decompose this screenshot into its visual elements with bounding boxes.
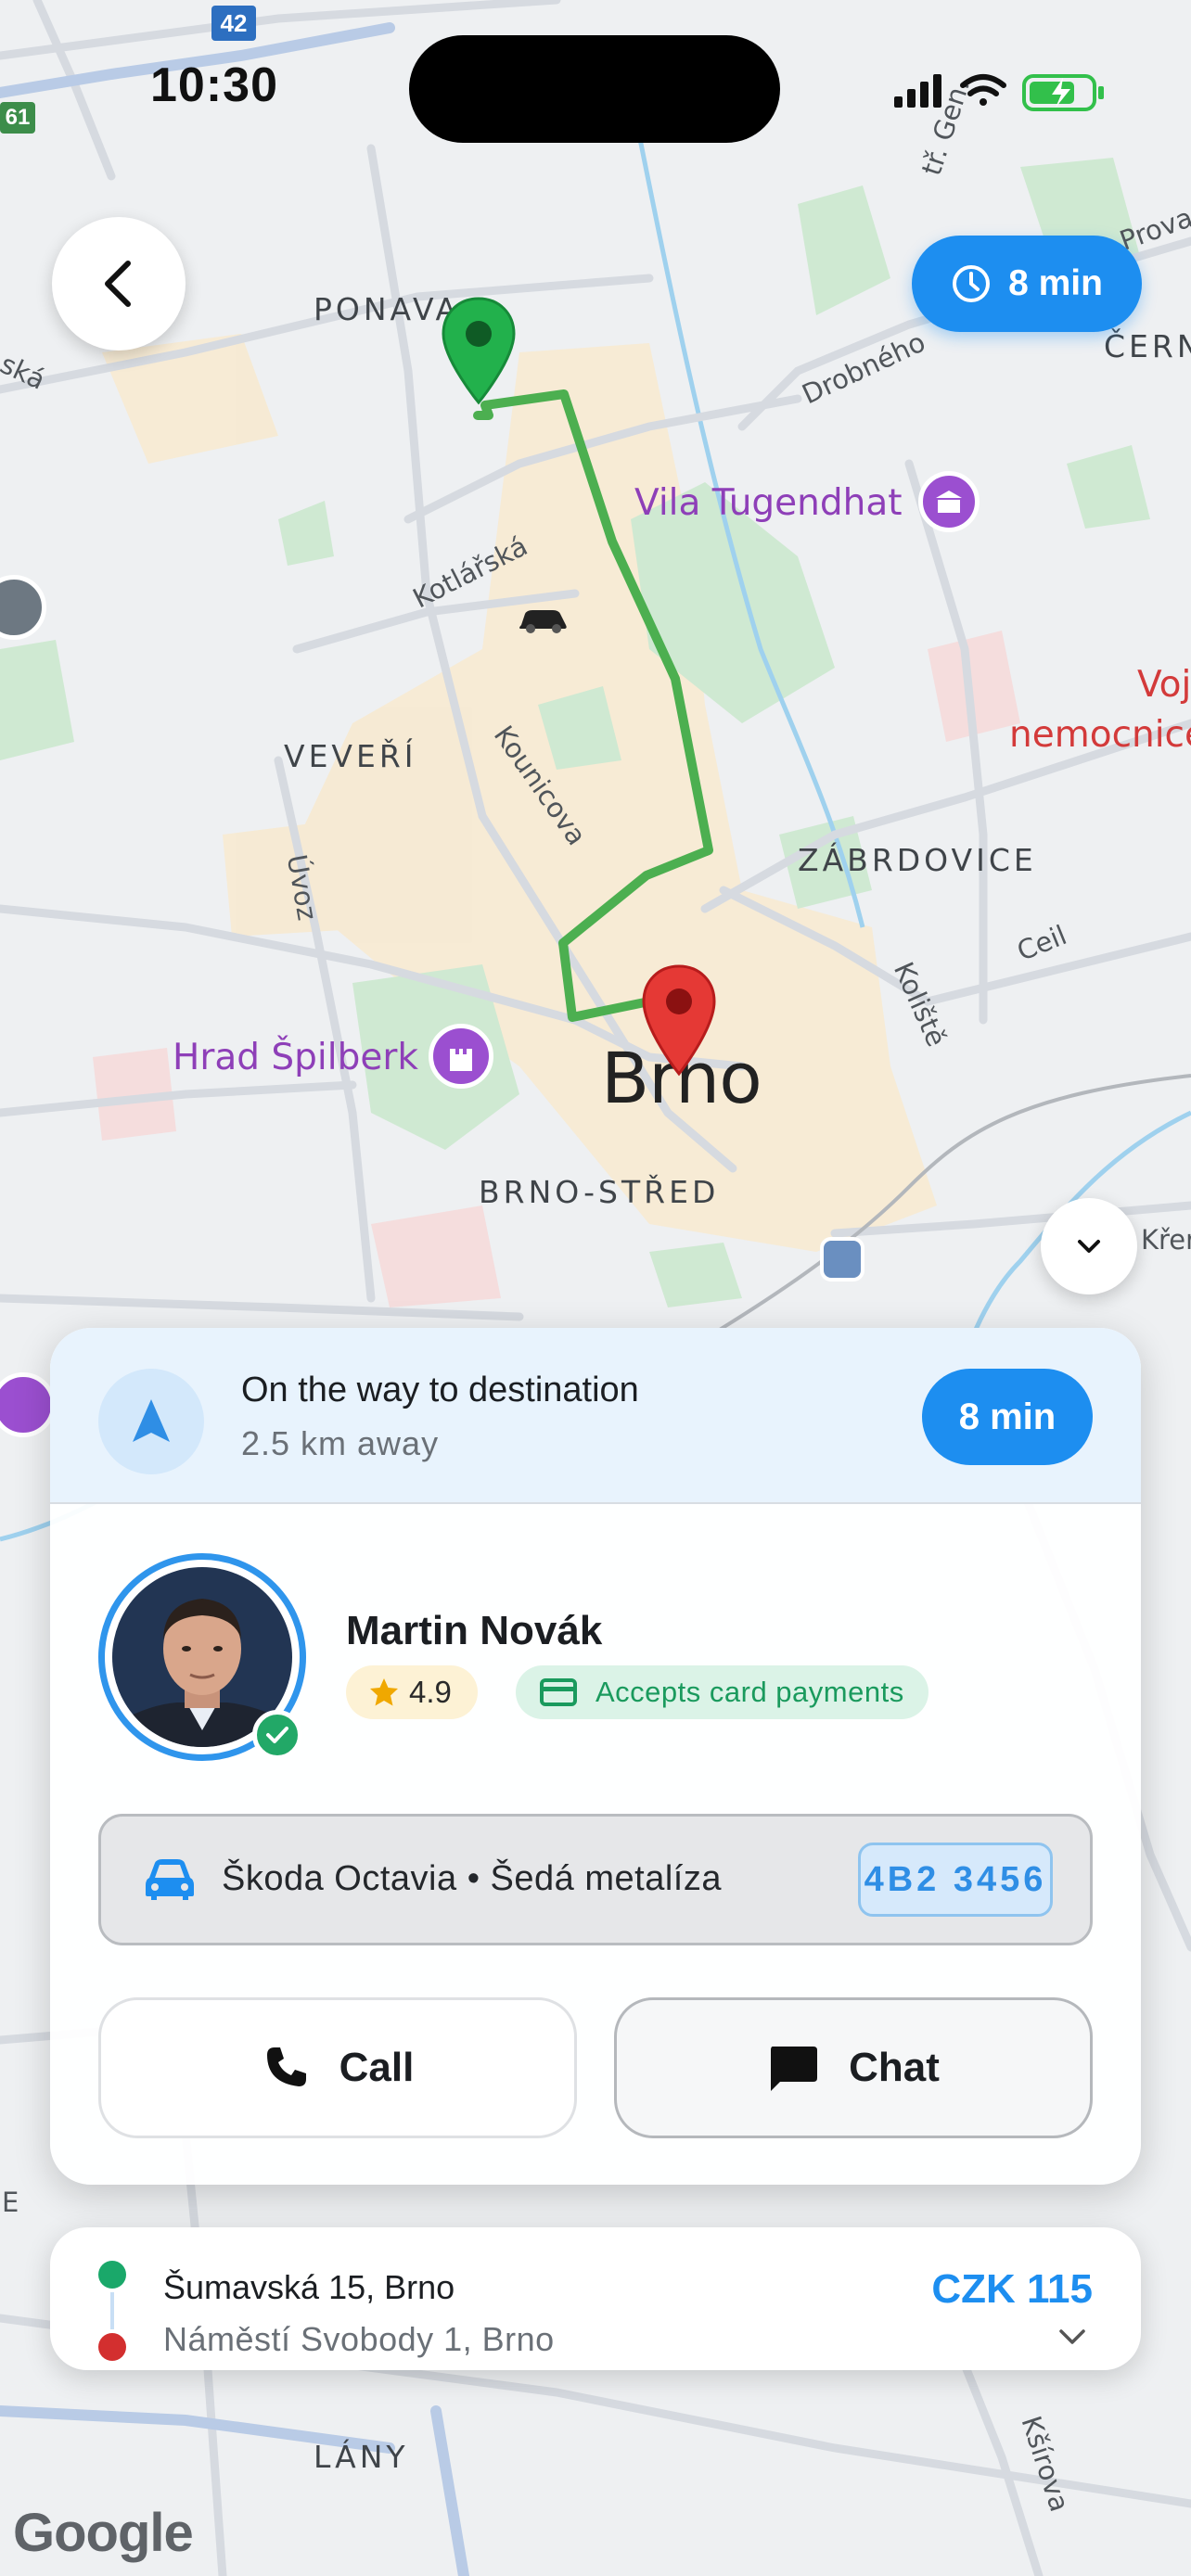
expand-chevron-icon[interactable] xyxy=(1057,2327,1087,2346)
trip-status-distance: 2.5 km away xyxy=(241,1424,440,1462)
battery-icon xyxy=(1022,74,1104,111)
pickup-address: Šumavská 15, Brno xyxy=(163,2268,455,2306)
chat-icon xyxy=(771,2047,818,2091)
trip-status-title: On the way to destination xyxy=(241,1371,639,1409)
poi-nemocnice[interactable]: nemocnice xyxy=(1009,714,1191,756)
map-label-ponava: PONAVA xyxy=(314,291,461,327)
back-button[interactable] xyxy=(52,217,186,351)
chevron-left-icon xyxy=(105,261,131,307)
route-connector xyxy=(110,2292,114,2329)
credit-card-icon xyxy=(540,1678,577,1706)
dynamic-island xyxy=(409,35,780,143)
trip-eta-pill: 8 min xyxy=(922,1369,1093,1465)
trip-status-header: On the way to destination 2.5 km away 8 … xyxy=(50,1328,1141,1504)
transit-icon[interactable] xyxy=(820,1237,864,1282)
poi-hrad-spilberk[interactable]: Hrad Špilberk xyxy=(173,1037,418,1078)
driver-rating-badge: 4.9 xyxy=(346,1665,478,1719)
wifi-icon xyxy=(960,74,1006,106)
call-button[interactable]: Call xyxy=(98,1997,577,2138)
poi-vila-tugendhat[interactable]: Vila Tugendhat xyxy=(634,482,903,524)
car-icon xyxy=(516,605,570,639)
collapse-button[interactable] xyxy=(1041,1198,1137,1294)
signal-icon xyxy=(894,74,941,108)
eta-badge-label: 8 min xyxy=(1008,263,1103,303)
map-label-veveri: VEVEŘÍ xyxy=(284,738,417,774)
status-icons xyxy=(894,65,1135,117)
car-icon xyxy=(146,1859,194,1900)
map-label-zabrdovice: ZÁBRDOVICE xyxy=(798,842,1037,878)
verified-check-icon xyxy=(252,1710,302,1760)
map-label-krena: Křen xyxy=(1141,1224,1191,1256)
vehicle-info: Škoda Octavia • Šedá metalíza 4B2 3456 xyxy=(98,1814,1093,1945)
road-shield-61: 61 xyxy=(0,102,35,134)
eta-badge[interactable]: 8 min xyxy=(912,236,1142,332)
road-shield-42: 42 xyxy=(211,6,256,41)
vehicle-description: Škoda Octavia • Šedá metalíza xyxy=(222,1859,722,1898)
map-label-brno-stred: BRNO-STŘED xyxy=(479,1174,720,1210)
poi-voj[interactable]: Voj xyxy=(1137,664,1191,706)
chevron-down-icon xyxy=(1078,1240,1100,1253)
google-attribution-logo: Google xyxy=(13,2503,194,2563)
star-icon xyxy=(370,1678,398,1706)
trip-price: CZK 115 xyxy=(931,2266,1093,2312)
museum-icon[interactable] xyxy=(918,471,980,532)
card-payment-label: Accepts card payments xyxy=(596,1676,904,1708)
clock-icon xyxy=(953,265,991,302)
destination-pin-icon[interactable] xyxy=(640,963,718,1082)
map-label-cern: ČERN xyxy=(1104,328,1191,364)
status-time: 10:30 xyxy=(150,58,278,112)
route-summary-card[interactable]: Šumavská 15, Brno Náměstí Svobody 1, Brn… xyxy=(50,2227,1141,2370)
navigation-arrow-icon xyxy=(98,1369,204,1474)
driver-rating-value: 4.9 xyxy=(409,1675,452,1709)
card-payment-badge: Accepts card payments xyxy=(516,1665,928,1719)
map-label-e: E xyxy=(2,2187,19,2218)
chat-button[interactable]: Chat xyxy=(614,1997,1093,2138)
call-button-label: Call xyxy=(339,2045,415,2090)
chat-button-label: Chat xyxy=(849,2045,940,2090)
phone-icon xyxy=(266,2047,306,2086)
driver-card: On the way to destination 2.5 km away 8 … xyxy=(50,1328,1141,2185)
license-plate: 4B2 3456 xyxy=(858,1843,1053,1917)
origin-dot-icon xyxy=(98,2261,126,2289)
map-label-lany: LÁNY xyxy=(314,2439,409,2475)
destination-dot-icon xyxy=(98,2333,126,2361)
castle-icon[interactable] xyxy=(429,1024,493,1089)
dropoff-address: Náměstí Svobody 1, Brno xyxy=(163,2320,555,2358)
driver-name: Martin Novák xyxy=(346,1608,603,1653)
map[interactable] xyxy=(0,0,1191,2576)
origin-pin-icon[interactable] xyxy=(440,295,518,411)
